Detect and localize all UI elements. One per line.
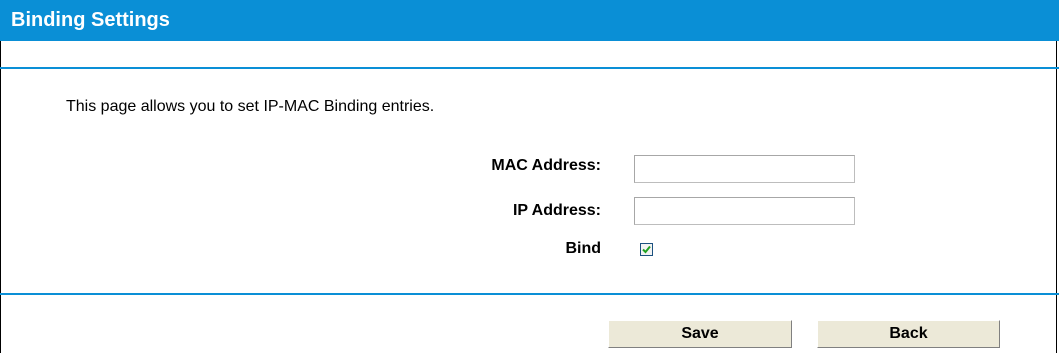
checkmark-icon	[642, 245, 651, 254]
intro-text: This page allows you to set IP-MAC Bindi…	[66, 98, 435, 115]
bind-label: Bind	[565, 240, 601, 257]
save-button[interactable]: Save	[608, 320, 792, 348]
mac-address-label: MAC Address:	[491, 157, 601, 174]
page-title: Binding Settings	[11, 9, 170, 31]
section-header: Binding Settings	[0, 0, 1059, 41]
page-frame	[0, 0, 1057, 353]
bottom-divider	[0, 293, 1059, 295]
top-divider	[0, 67, 1059, 69]
back-button[interactable]: Back	[817, 320, 1000, 348]
mac-address-input[interactable]	[634, 155, 855, 183]
ip-address-label: IP Address:	[512, 202, 601, 219]
ip-address-input[interactable]	[634, 197, 855, 225]
bind-checkbox[interactable]	[640, 243, 653, 256]
